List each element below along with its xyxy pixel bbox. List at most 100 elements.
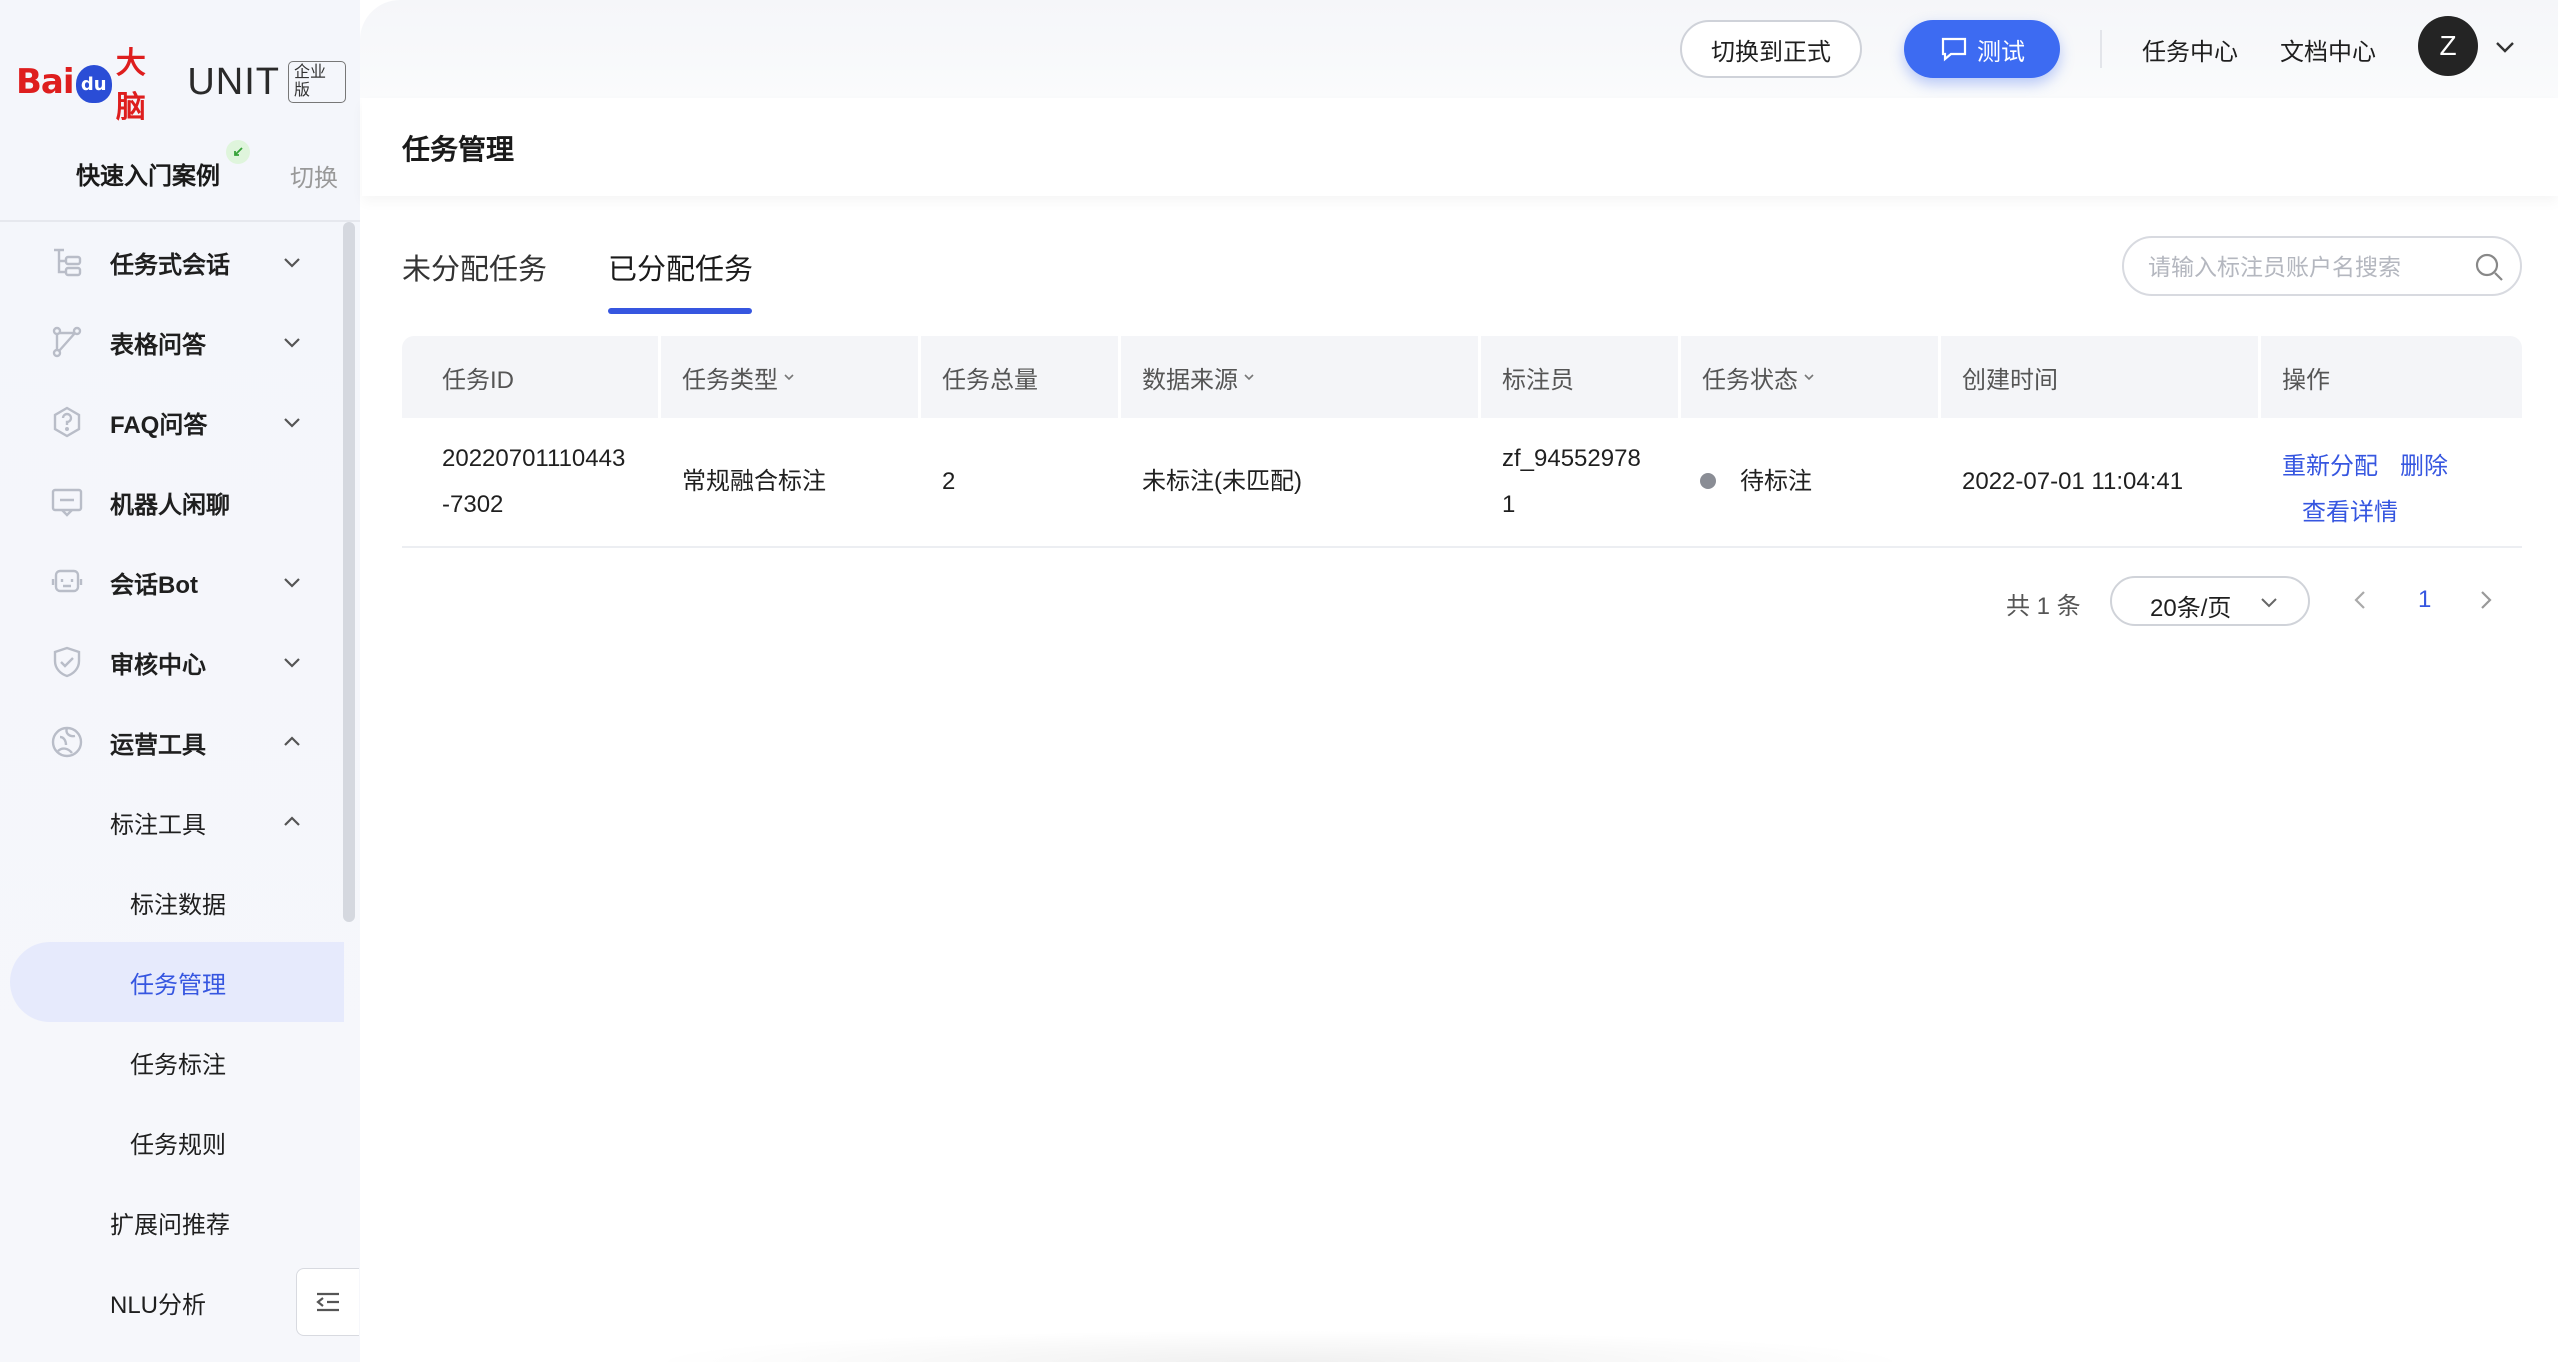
annotator-line2: 1 (1502, 491, 1516, 518)
sidebar-item-label: 运营工具 (110, 731, 206, 759)
task-id-line1: 20220701110443 (442, 445, 626, 472)
chevron-down-icon (284, 578, 300, 588)
current-page-number[interactable]: 1 (2418, 586, 2431, 614)
sidebar-item-label: 任务式会话 (110, 251, 230, 279)
chat-icon (48, 483, 86, 521)
column-header-label: 任务类型 (682, 366, 778, 394)
task-center-link[interactable]: 任务中心 (2142, 32, 2238, 67)
page-header: 任务管理 (362, 98, 2558, 196)
previous-page-icon[interactable] (2348, 586, 2372, 614)
column-separator (1678, 336, 1681, 418)
sidebar-item-label: 任务标注 (130, 1051, 226, 1079)
task-dialog-icon (48, 243, 86, 281)
collapse-sidebar-button[interactable] (296, 1268, 359, 1336)
sidebar-item-query-expansion[interactable]: 扩展问推荐 (0, 1182, 344, 1262)
avatar[interactable]: Z (2418, 16, 2478, 76)
view-details-link[interactable]: 查看详情 (2302, 492, 2398, 527)
column-header-annotator: 标注员 (1502, 366, 1574, 394)
table-qa-icon (48, 323, 86, 361)
chevron-down-icon (284, 658, 300, 668)
sidebar-item-label: 机器人闲聊 (110, 491, 230, 519)
column-separator (1118, 336, 1121, 418)
app-status-icon (226, 140, 250, 164)
sidebar-item-label: 审核中心 (110, 651, 206, 679)
tab-unassigned-tasks[interactable]: 未分配任务 (402, 246, 547, 288)
sidebar-item-nlu-analysis[interactable]: NLU分析 (0, 1262, 344, 1342)
sidebar-item-annotation-tools[interactable]: 标注工具 (0, 782, 344, 862)
logo-dn-text: 大脑 (115, 47, 146, 124)
faq-icon (48, 403, 86, 441)
sidebar-item-label: NLU分析 (110, 1291, 207, 1319)
column-header-data-source[interactable]: 数据来源 (1142, 336, 1256, 418)
sidebar-item-bot[interactable]: 会话Bot (0, 542, 344, 622)
column-header-task-id: 任务ID (442, 366, 514, 394)
sidebar-item-annotation-data[interactable]: 标注数据 (0, 862, 344, 942)
task-status-cell: 待标注 (1740, 468, 1812, 495)
sidebar-item-review-center[interactable]: 审核中心 (0, 622, 344, 702)
collapse-icon (316, 1292, 339, 1312)
active-tab-indicator (608, 308, 752, 314)
current-app-name: 快速入门案例 (76, 163, 220, 190)
reassign-link[interactable]: 重新分配 (2282, 446, 2378, 481)
sidebar-item-chitchat[interactable]: 机器人闲聊 (0, 462, 344, 542)
created-time-cell: 2022-07-01 11:04:41 (1962, 468, 2184, 495)
brand-logo[interactable]: Bai du 大脑 UNIT 企业版 (16, 47, 346, 124)
sidebar-item-task-annotation[interactable]: 任务标注 (0, 1022, 344, 1102)
logo-bai-text: Bai (16, 62, 75, 102)
filter-chevron-icon (1804, 374, 1814, 381)
sidebar-item-faq[interactable]: FAQ问答 (0, 382, 344, 462)
column-separator (1938, 336, 1941, 418)
doc-center-link[interactable]: 文档中心 (2280, 32, 2376, 67)
sidebar-item-label: 任务规则 (130, 1131, 226, 1159)
edition-badge: 企业版 (288, 61, 346, 103)
sidebar-item-label: 标注工具 (110, 811, 206, 839)
chevron-down-icon (284, 418, 300, 428)
column-separator (918, 336, 921, 418)
search-input[interactable] (2146, 238, 2470, 296)
bot-icon (48, 563, 86, 601)
current-app: 快速入门案例 切换 (76, 140, 346, 193)
status-dot-icon (1700, 473, 1716, 489)
chevron-up-icon (284, 816, 300, 826)
chat-bubble-icon (1941, 37, 1967, 62)
column-header-task-type[interactable]: 任务类型 (682, 336, 796, 418)
sidebar: Bai du 大脑 UNIT 企业版 快速入门案例 切换 任务式会话 表格问答 … (0, 0, 360, 1362)
tab-assigned-tasks[interactable]: 已分配任务 (608, 246, 753, 288)
switch-app-link[interactable]: 切换 (290, 158, 338, 193)
sidebar-item-label: 扩展问推荐 (110, 1211, 230, 1239)
search-icon[interactable] (2474, 252, 2504, 282)
sidebar-item-label: 标注数据 (130, 891, 226, 919)
sidebar-item-table-qa[interactable]: 表格问答 (0, 302, 344, 382)
top-bar-divider (2100, 30, 2102, 68)
annotator-cell: zf_94552978 1 (1502, 436, 1641, 528)
page-size-select[interactable]: 20条/页 (2110, 576, 2310, 626)
column-header-task-status[interactable]: 任务状态 (1702, 336, 1816, 418)
baidu-paw-icon: du (75, 65, 112, 103)
next-page-icon[interactable] (2474, 586, 2498, 614)
sidebar-item-operations[interactable]: 运营工具 (0, 702, 344, 782)
test-button-label: 测试 (1977, 38, 2025, 66)
sidebar-item-task-management[interactable]: 任务管理 (0, 942, 344, 1022)
chevron-down-icon[interactable] (2492, 34, 2518, 60)
chevron-up-icon (284, 736, 300, 746)
operations-icon (48, 723, 86, 761)
sidebar-scrollbar[interactable] (343, 222, 355, 922)
column-header-created-time: 创建时间 (1962, 366, 2058, 394)
sidebar-item-label: 表格问答 (110, 331, 206, 359)
chevron-down-icon (2261, 598, 2277, 608)
delete-link[interactable]: 删除 (2400, 446, 2448, 481)
chevron-down-icon (284, 258, 300, 268)
switch-to-production-button[interactable]: 切换到正式 (1680, 20, 1862, 78)
sidebar-item-label: 任务管理 (130, 971, 226, 999)
column-header-task-total: 任务总量 (942, 366, 1038, 394)
annotator-search (2122, 236, 2522, 296)
sidebar-item-task-dialog[interactable]: 任务式会话 (0, 222, 344, 302)
column-header-label: 数据来源 (1142, 366, 1238, 394)
sidebar-item-task-rules[interactable]: 任务规则 (0, 1102, 344, 1182)
bottom-shadow (640, 1330, 1920, 1362)
pagination-total: 共 1 条 (2006, 593, 2081, 620)
task-total-cell: 2 (942, 468, 956, 495)
task-type-cell: 常规融合标注 (682, 468, 826, 495)
filter-chevron-icon (1244, 374, 1254, 381)
test-button[interactable]: 测试 (1904, 20, 2060, 78)
